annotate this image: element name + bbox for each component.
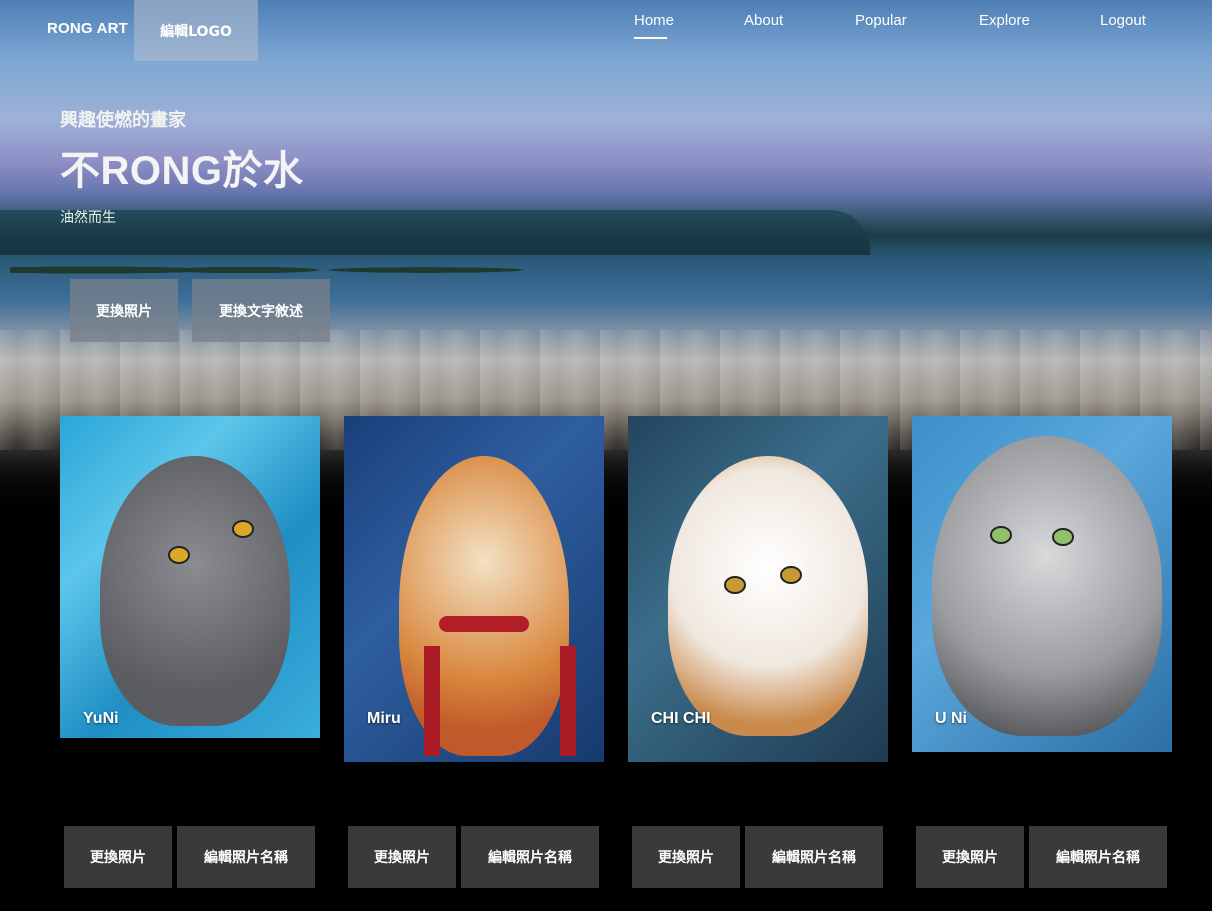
cat-eye xyxy=(990,526,1012,544)
card-change-photo-button[interactable]: 更換照片 xyxy=(916,826,1024,888)
card-title: YuNi xyxy=(83,710,119,727)
cat-eye xyxy=(780,566,802,584)
nav-explore[interactable]: Explore xyxy=(979,12,1030,29)
cat-painting-image xyxy=(668,456,868,736)
hero-painting-treeline xyxy=(0,210,870,255)
hero-change-text-button[interactable]: 更換文字敘述 xyxy=(192,279,330,342)
card-change-photo-button[interactable]: 更換照片 xyxy=(64,826,172,888)
gallery-card[interactable]: YuNi xyxy=(60,416,320,738)
card-title: Miru xyxy=(367,710,401,727)
card-edit-name-button[interactable]: 編輯照片名稱 xyxy=(177,826,315,888)
nav-home[interactable]: Home xyxy=(634,12,674,29)
card-edit-name-button[interactable]: 編輯照片名稱 xyxy=(1029,826,1167,888)
edit-logo-button[interactable]: 編輯LOGO xyxy=(134,0,258,61)
cat-eye xyxy=(724,576,746,594)
cat-eye xyxy=(168,546,190,564)
card-edit-name-button[interactable]: 編輯照片名稱 xyxy=(745,826,883,888)
hero-change-photo-button[interactable]: 更換照片 xyxy=(70,279,178,342)
dog-collar xyxy=(439,616,529,632)
nav-active-indicator xyxy=(634,37,667,39)
card-change-photo-button[interactable]: 更換照片 xyxy=(632,826,740,888)
card-title: U Ni xyxy=(935,710,967,727)
cat-painting-image xyxy=(932,436,1162,736)
hero-subtitle: 興趣使燃的畫家 xyxy=(60,110,186,131)
brand-logo[interactable]: RONG ART xyxy=(47,20,128,37)
nav-popular[interactable]: Popular xyxy=(855,12,907,29)
cat-eye xyxy=(232,520,254,538)
card-title: CHI CHI xyxy=(651,710,711,727)
card-edit-name-button[interactable]: 編輯照片名稱 xyxy=(461,826,599,888)
nav-about[interactable]: About xyxy=(744,12,783,29)
gallery-card[interactable]: CHI CHI xyxy=(628,416,888,762)
cat-eye xyxy=(1052,528,1074,546)
nav-logout[interactable]: Logout xyxy=(1100,12,1146,29)
card-change-photo-button[interactable]: 更換照片 xyxy=(348,826,456,888)
gallery-card[interactable]: U Ni xyxy=(912,416,1172,752)
cat-painting-image xyxy=(100,456,290,726)
gallery-card[interactable]: Miru xyxy=(344,416,604,762)
dog-harness xyxy=(424,646,576,756)
hero-title: 不RONG於水 xyxy=(60,149,304,193)
hero-description: 油然而生 xyxy=(60,210,116,226)
